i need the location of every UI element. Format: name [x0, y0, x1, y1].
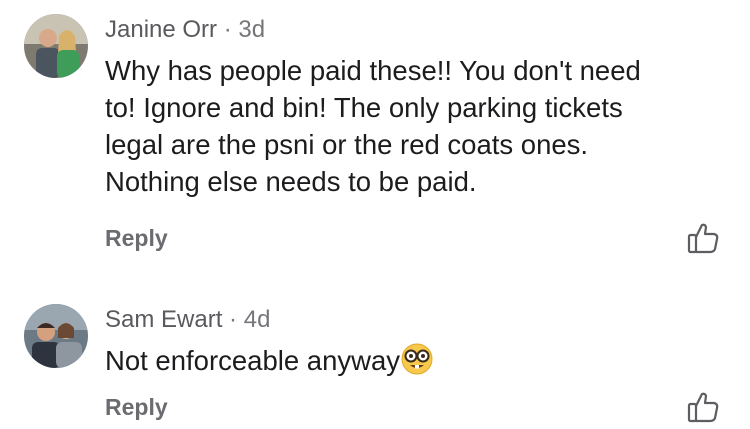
user-photo-couple: [24, 304, 88, 368]
comment-time: 4d: [243, 306, 271, 333]
comment-janine-orr: Janine Orr · 3d Why has people paid thes…: [0, 0, 750, 270]
comment-text: Why has people paid these!! You don't ne…: [105, 52, 725, 200]
comment-text-line: Nothing else needs to be paid.: [105, 166, 477, 197]
reply-button[interactable]: Reply: [105, 224, 168, 252]
meta-separator: ·: [223, 16, 232, 43]
comment-meta: Sam Ewart · 4d: [105, 306, 270, 334]
avatar[interactable]: [24, 14, 88, 78]
thumbs-up-icon[interactable]: [686, 221, 720, 255]
comment-meta: Janine Orr · 3d: [105, 16, 265, 44]
meta-separator: ·: [229, 306, 238, 333]
reply-button[interactable]: Reply: [105, 393, 168, 421]
comment-text-line: legal are the psni or the red coats ones…: [105, 129, 589, 160]
comment-text: Not enforceable anyway: [105, 342, 725, 379]
comment-text-line: to! Ignore and bin! The only parking tic…: [105, 92, 623, 123]
avatar[interactable]: [24, 304, 88, 368]
comment-time: 3d: [238, 16, 266, 43]
nerd-face-emoji-icon: [400, 342, 434, 376]
user-photo-couple: [24, 14, 88, 78]
comment-author[interactable]: Janine Orr: [105, 16, 217, 43]
comment-text-line: Not enforceable anyway: [105, 345, 401, 376]
comment-sam-ewart: Sam Ewart · 4d Not enforceable anyway Re…: [0, 290, 750, 423]
comment-author[interactable]: Sam Ewart: [105, 306, 222, 333]
comment-text-line: Why has people paid these!! You don't ne…: [105, 55, 641, 86]
